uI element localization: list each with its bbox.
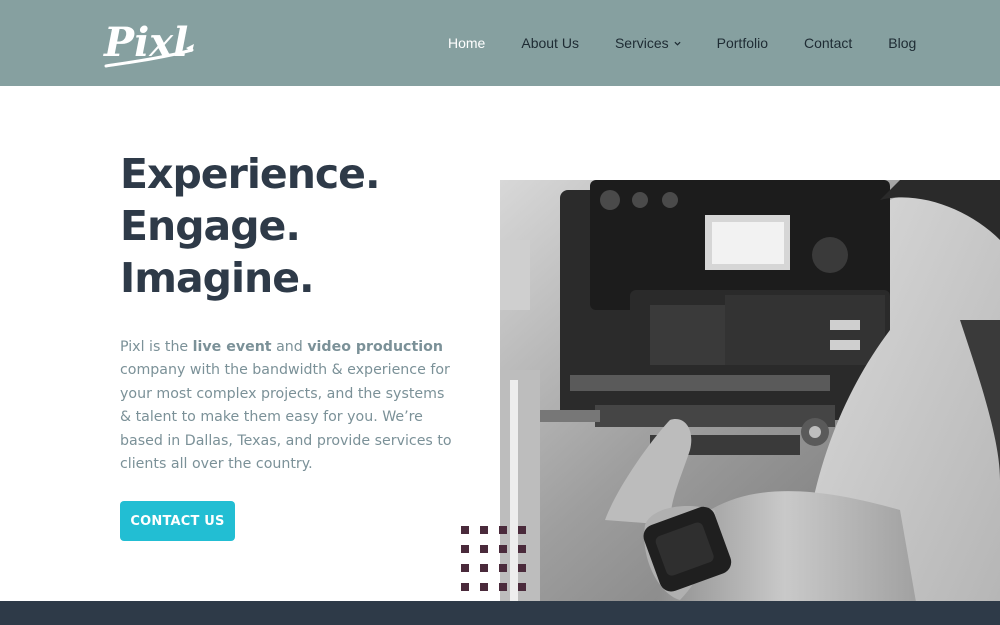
chevron-down-icon	[674, 41, 681, 46]
grid-dot	[518, 545, 526, 553]
nav-item-services[interactable]: Services	[615, 35, 681, 51]
grid-dot	[480, 583, 488, 591]
grid-dot	[480, 564, 488, 572]
grid-dot	[499, 526, 507, 534]
logo-mark: Pixl	[103, 19, 194, 68]
para-bold-live-event: live event	[192, 339, 272, 355]
grid-dot	[461, 583, 469, 591]
grid-dot	[518, 583, 526, 591]
hero-title-line: Engage.	[120, 202, 301, 250]
nav-item-portfolio[interactable]: Portfolio	[717, 35, 768, 51]
grid-dot	[461, 526, 469, 534]
grid-dot	[480, 545, 488, 553]
grid-dot	[518, 564, 526, 572]
grid-dot	[461, 545, 469, 553]
hero-description: Pixl is the live event and video product…	[120, 336, 455, 476]
grid-dot	[499, 583, 507, 591]
grid-dot	[518, 526, 526, 534]
para-text: Pixl is the	[120, 339, 193, 355]
nav-item-blog[interactable]: Blog	[888, 35, 916, 51]
para-bold-video-production: video production	[307, 339, 443, 355]
pixl-logo[interactable]: Pixl	[102, 14, 198, 72]
grid-dot	[499, 545, 507, 553]
nav-item-about-us[interactable]: About Us	[521, 35, 579, 51]
grid-dot	[499, 564, 507, 572]
dot-grid-icon	[461, 526, 531, 596]
hero-title-line: Imagine.	[120, 254, 315, 302]
nav-item-contact[interactable]: Contact	[804, 35, 852, 51]
nav-item-services-label: Services	[614, 35, 669, 51]
main-nav: Home About Us Services Portfolio Contact…	[448, 34, 916, 52]
para-text: and	[271, 339, 308, 355]
grid-dot	[480, 526, 488, 534]
para-text: company with the bandwidth & experience …	[120, 362, 452, 473]
contact-us-button[interactable]: CONTACT US	[120, 501, 235, 541]
hero-title-line: Experience.	[120, 150, 381, 198]
hero-title: Experience. Engage. Imagine.	[120, 148, 480, 304]
site-header: Pixl Home About Us Services Portfolio Co…	[0, 0, 1000, 86]
footer-bar	[0, 601, 1000, 625]
nav-item-home[interactable]: Home	[448, 35, 485, 51]
camera-operator-photo	[500, 180, 1000, 625]
grid-dot	[461, 564, 469, 572]
